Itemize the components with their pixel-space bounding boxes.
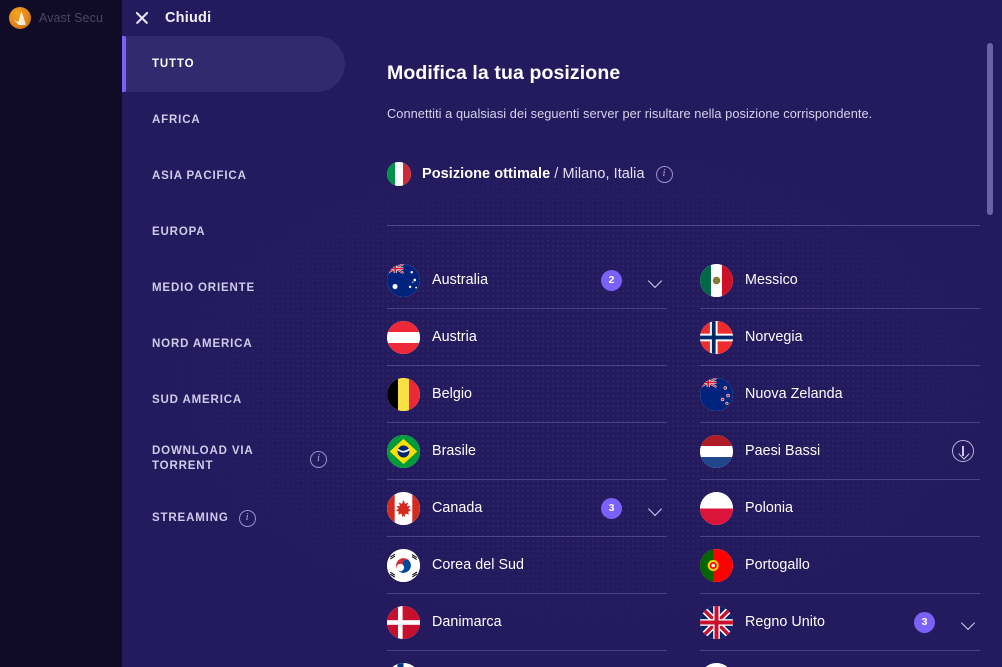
optimal-location-strong: Posizione ottimale [422, 166, 551, 182]
sidebar-item-label: SUD AMERICA [152, 393, 243, 406]
sidebar-item-label: STREAMING [152, 511, 229, 524]
info-icon[interactable]: i [238, 509, 256, 527]
flag-poland-icon [700, 491, 733, 525]
page-title: Modifica la tua posizione [387, 62, 621, 84]
flag-netherlands-icon [700, 434, 733, 468]
country-row-messico[interactable]: Messico [700, 252, 980, 309]
country-row-danimarca[interactable]: Danimarca [387, 594, 667, 651]
flag-unknown-icon [700, 662, 733, 667]
country-name: Regno Unito [745, 614, 826, 630]
optimal-location-label: Posizione ottimale / Milano, Italia [422, 166, 645, 182]
info-icon[interactable]: i [655, 165, 673, 183]
flag-south-korea-icon [387, 548, 420, 582]
flag-new-zealand-icon [700, 377, 733, 411]
country-row-canada[interactable]: Canada 3 [387, 480, 667, 537]
country-name: Brasile [432, 443, 477, 459]
chevron-down-icon[interactable] [647, 272, 663, 288]
flag-mexico-icon [700, 263, 733, 297]
flag-canada-icon [387, 491, 420, 525]
optimal-location-row[interactable]: Posizione ottimale / Milano, Italia i [387, 162, 1002, 186]
country-name: Norvegia [745, 329, 803, 345]
country-row-australia[interactable]: Australia 2 [387, 252, 667, 309]
country-name: Australia [432, 272, 489, 288]
sidebar-item-label: MEDIO ORIENTE [152, 281, 256, 294]
sidebar-item-label: TUTTO [152, 57, 195, 70]
sidebar-item-tutto[interactable]: TUTTO [122, 36, 345, 92]
country-name: Polonia [745, 500, 794, 516]
server-count-badge: 3 [914, 611, 935, 633]
parent-window-title: Avast Secu [39, 11, 104, 25]
country-name: Corea del Sud [432, 557, 525, 573]
sidebar-item-sud-america[interactable]: SUD AMERICA [122, 372, 387, 428]
avast-logo-icon [9, 7, 31, 29]
server-count-badge: 2 [601, 269, 622, 291]
vertical-scrollbar[interactable] [986, 36, 994, 667]
section-divider [387, 225, 980, 226]
country-name: Messico [745, 272, 798, 288]
download-icon[interactable] [952, 440, 974, 462]
optimal-location-city: Milano, Italia [562, 166, 645, 182]
sidebar-item-africa[interactable]: AFRICA [122, 92, 387, 148]
country-row-paesi-bassi[interactable]: Paesi Bassi [700, 423, 980, 480]
flag-united-kingdom-icon [700, 605, 733, 639]
flag-austria-icon [387, 320, 420, 354]
info-icon[interactable]: i [310, 450, 327, 468]
sidebar-item-label: ASIA PACIFICA [152, 169, 247, 182]
flag-norway-icon [700, 320, 733, 354]
country-row-belgio[interactable]: Belgio [387, 366, 667, 423]
country-grid: Australia 2 Messico Austria Norvegia Bel… [387, 252, 980, 667]
country-row-polonia[interactable]: Polonia [700, 480, 980, 537]
flag-portugal-icon [700, 548, 733, 582]
sidebar-item-label: DOWNLOAD VIA TORRENT [152, 445, 254, 472]
country-row-regno-unito[interactable]: Regno Unito 3 [700, 594, 980, 651]
country-name: Belgio [432, 386, 473, 402]
flag-denmark-icon [387, 605, 420, 639]
flag-belgium-icon [387, 377, 420, 411]
country-row-nuova-zelanda[interactable]: Nuova Zelanda [700, 366, 980, 423]
parent-window-titlebar: Avast Secu [0, 0, 122, 36]
country-row-portogallo[interactable]: Portogallo [700, 537, 980, 594]
sidebar-item-streaming[interactable]: STREAMING i [122, 490, 387, 546]
optimal-location-separator: / [550, 166, 563, 182]
location-content: Modifica la tua posizione Connettiti a q… [387, 36, 1002, 667]
country-row-partial-right[interactable] [700, 651, 980, 667]
flag-italy-icon [387, 162, 411, 186]
server-count-badge: 3 [601, 497, 622, 519]
sidebar-item-europa[interactable]: EUROPA [122, 204, 387, 260]
chevron-down-icon[interactable] [960, 614, 976, 630]
country-row-partial-left[interactable] [387, 651, 667, 667]
sidebar-item-label: EUROPA [152, 225, 206, 238]
country-name: Nuova Zelanda [745, 386, 843, 402]
country-row-austria[interactable]: Austria [387, 309, 667, 366]
sidebar-item-medio-oriente[interactable]: MEDIO ORIENTE [122, 260, 387, 316]
flag-brazil-icon [387, 434, 420, 468]
sidebar-item-nord-america[interactable]: NORD AMERICA [122, 316, 387, 372]
flag-finland-icon [387, 662, 420, 667]
sidebar-item-label: NORD AMERICA [152, 337, 253, 350]
scrollbar-thumb[interactable] [987, 43, 993, 215]
sidebar-item-download-via-torrent[interactable]: DOWNLOAD VIA TORRENT i [122, 428, 387, 490]
chevron-down-icon[interactable] [647, 500, 663, 516]
country-name: Danimarca [432, 614, 502, 630]
close-icon[interactable] [133, 9, 151, 27]
country-name: Paesi Bassi [745, 443, 821, 459]
sidebar-item-asia-pacifica[interactable]: ASIA PACIFICA [122, 148, 387, 204]
close-button-label[interactable]: Chiudi [165, 10, 211, 26]
country-row-norvegia[interactable]: Norvegia [700, 309, 980, 366]
country-name: Portogallo [745, 557, 810, 573]
location-modal: Chiudi TUTTO AFRICA ASIA PACIFICA EUROPA… [122, 0, 1002, 667]
flag-australia-icon [387, 263, 420, 297]
country-row-corea-del-sud[interactable]: Corea del Sud [387, 537, 667, 594]
sidebar-item-label: AFRICA [152, 113, 201, 126]
vpn-location-window: Avast Secu Chiudi TUTTO AFRICA ASIA PACI… [0, 0, 1002, 667]
region-sidebar: TUTTO AFRICA ASIA PACIFICA EUROPA MEDIO … [122, 36, 387, 667]
modal-header: Chiudi [122, 0, 1002, 36]
page-subtitle: Connettiti a qualsiasi dei seguenti serv… [387, 106, 873, 121]
country-name: Canada [432, 500, 483, 516]
country-name: Austria [432, 329, 477, 345]
country-row-brasile[interactable]: Brasile [387, 423, 667, 480]
